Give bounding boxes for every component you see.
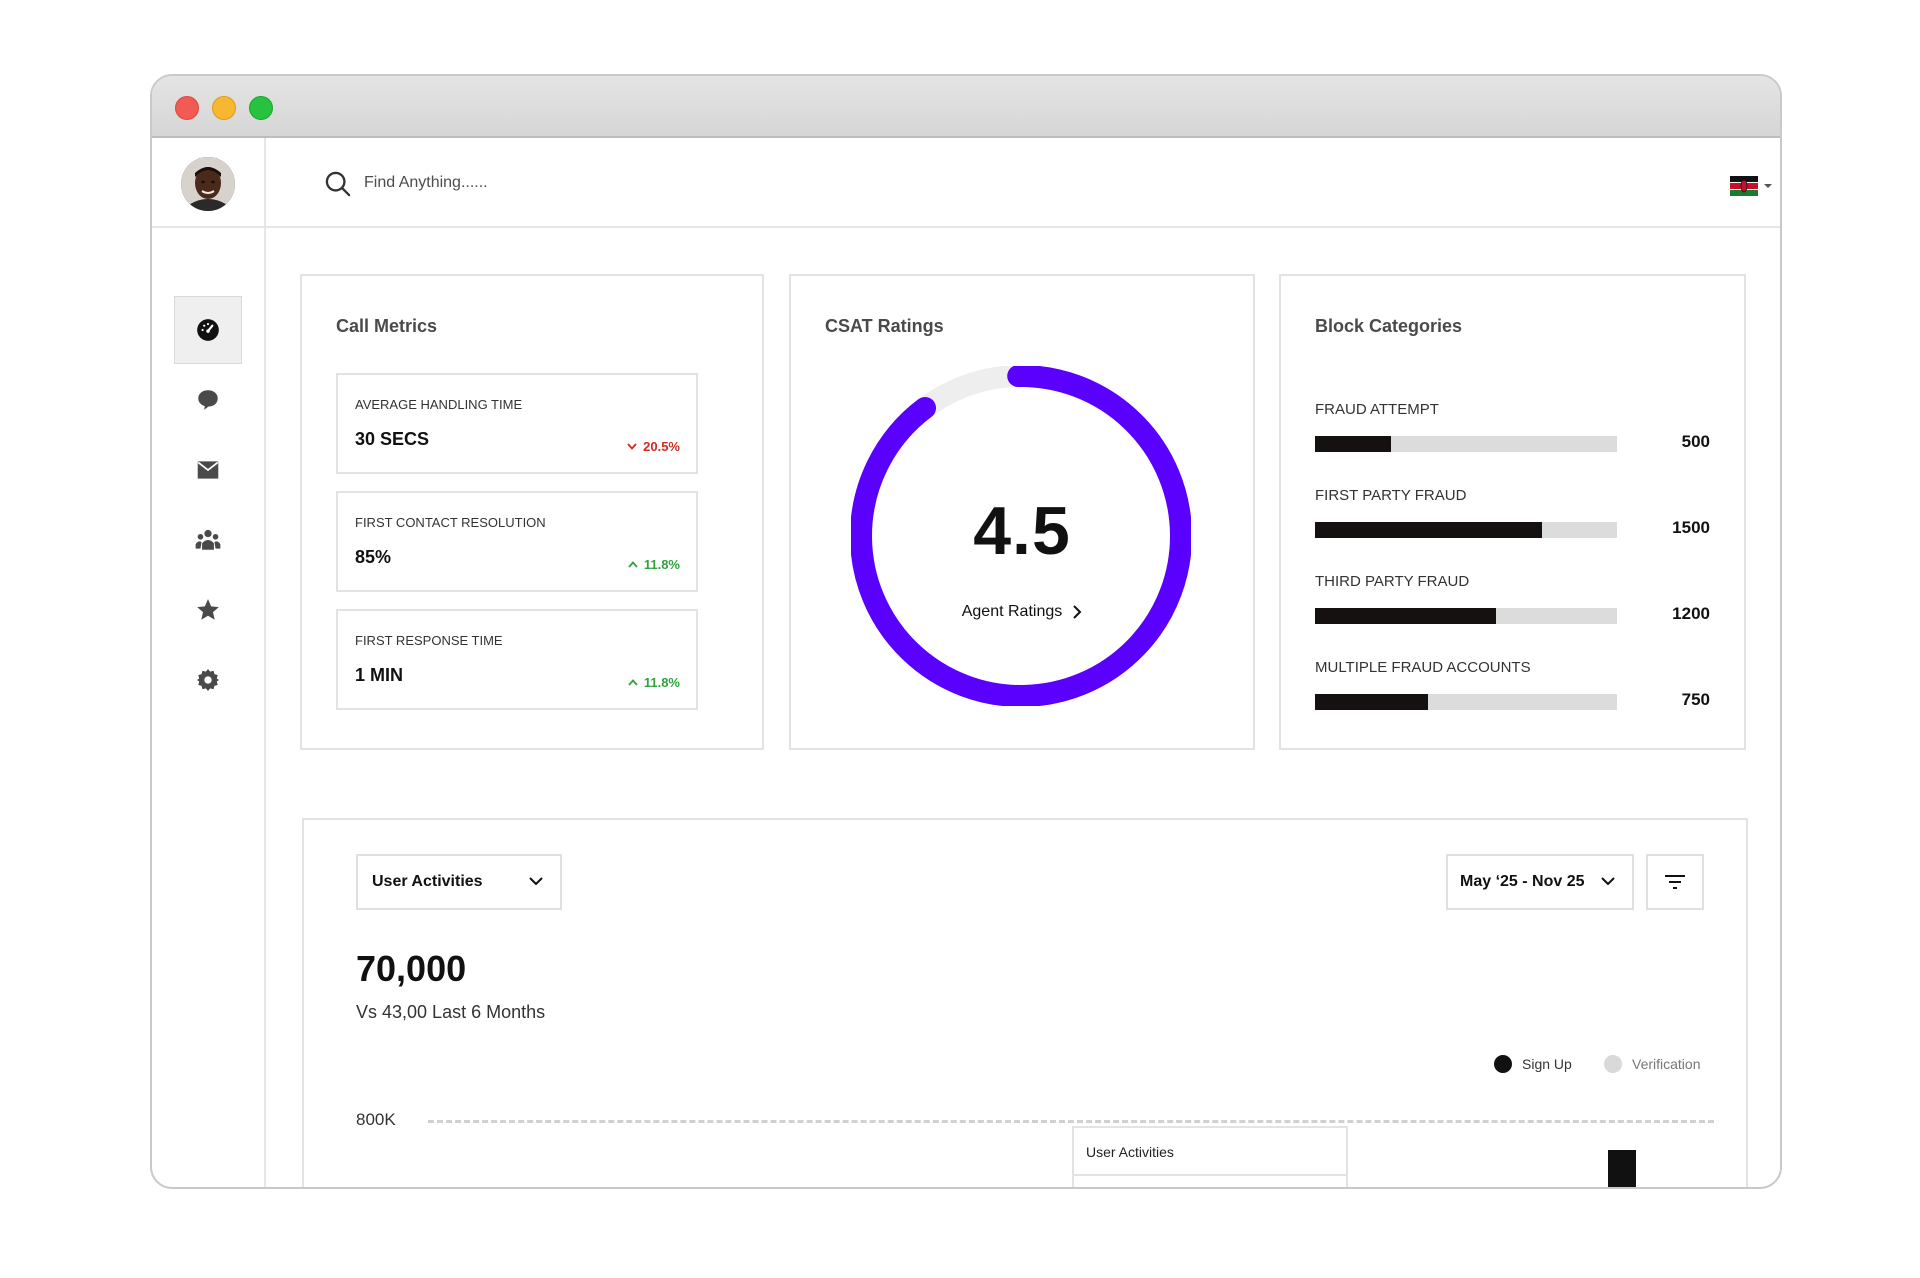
maximize-window-button[interactable]: [249, 96, 273, 120]
agent-ratings-link[interactable]: Agent Ratings: [791, 603, 1253, 621]
sidebar-item-messages[interactable]: [174, 366, 242, 434]
grid-line: [428, 1120, 1714, 1123]
metric-delta-value: 11.8%: [643, 557, 680, 572]
agent-ratings-label: Agent Ratings: [961, 603, 1063, 620]
metric-delta-value: 20.5%: [643, 439, 680, 454]
legend-label: Sign Up: [1522, 1056, 1572, 1072]
metric-value: 1 MIN: [355, 665, 404, 685]
date-range-label: May ‘25 - Nov 25: [1460, 873, 1585, 890]
category-value: 1500: [1672, 518, 1710, 537]
legend-sign-up: Sign Up: [1494, 1055, 1572, 1073]
chevron-down-icon: [1764, 184, 1772, 188]
csat-score: 4.5: [973, 493, 1071, 569]
category-label: FIRST PARTY FRAUD: [1315, 487, 1467, 504]
category-bar-fill: [1315, 694, 1429, 710]
category-bar-track: [1315, 522, 1617, 538]
category-value: 750: [1681, 690, 1710, 709]
category-bar-fill: [1315, 436, 1391, 452]
block-categories-card: Block Categories FRAUD ATTEMPT 500 FIRST…: [1279, 274, 1746, 750]
metric-label: FIRST CONTACT RESOLUTION: [355, 515, 546, 530]
category-bar-track: [1315, 436, 1617, 452]
sidebar-item-dashboard[interactable]: [174, 296, 242, 364]
browser-window: Call Metrics AVERAGE HANDLING TIME 30 SE…: [150, 74, 1782, 1189]
window-titlebar: [152, 76, 1780, 138]
sidebar-item-favorites[interactable]: [174, 576, 242, 644]
metric-delta: 11.8%: [628, 557, 680, 572]
user-activities-card: User Activities May ‘25 - Nov 25 70,000 …: [302, 818, 1748, 1187]
chevron-right-icon: [1073, 605, 1082, 619]
csat-ratings-card: CSAT Ratings 4.5 Agent Ratings: [789, 274, 1255, 750]
metric-value: 30 SECS: [355, 429, 430, 449]
category-bar-fill: [1315, 608, 1497, 624]
metric-value: 85%: [355, 547, 392, 567]
star-icon: [197, 599, 219, 620]
sidebar-item-mail[interactable]: [174, 436, 242, 504]
activity-total: 70,000: [356, 948, 467, 989]
trend-up-icon: [628, 561, 638, 568]
chevron-down-icon: [1601, 877, 1615, 886]
minimize-window-button[interactable]: [212, 96, 236, 120]
category-label: MULTIPLE FRAUD ACCOUNTS: [1315, 659, 1531, 676]
metric-label: AVERAGE HANDLING TIME: [355, 397, 523, 412]
metric-first-contact-resolution[interactable]: FIRST CONTACT RESOLUTION 85% 11.8%: [336, 491, 698, 592]
activity-type-label: User Activities: [372, 873, 483, 890]
top-bar: [266, 138, 1780, 228]
metric-delta-value: 11.8%: [643, 675, 680, 690]
category-value: 1200: [1672, 604, 1710, 623]
call-metrics-card: Call Metrics AVERAGE HANDLING TIME 30 SE…: [300, 274, 764, 750]
legend-dot: [1604, 1055, 1622, 1073]
chart-tooltip: User Activities: [1072, 1126, 1348, 1187]
card-title: CSAT Ratings: [825, 316, 944, 336]
language-selector[interactable]: [1730, 175, 1778, 197]
chat-bubble-icon: [198, 390, 218, 410]
legend-label: Verification: [1632, 1056, 1701, 1072]
dashboard-icon: [197, 319, 219, 341]
activity-comparison: Vs 43,00 Last 6 Months: [356, 1002, 546, 1022]
trend-down-icon: [627, 443, 637, 450]
chevron-down-icon: [529, 877, 543, 886]
chart-bar[interactable]: [1608, 1150, 1636, 1187]
category-label: FRAUD ATTEMPT: [1315, 401, 1439, 418]
category-bar-track: [1315, 608, 1617, 624]
flag-kenya-icon: [1730, 176, 1758, 196]
card-title: Block Categories: [1315, 316, 1463, 336]
metric-label: FIRST RESPONSE TIME: [355, 633, 503, 648]
legend-verification: Verification: [1604, 1055, 1700, 1073]
metric-average-handling-time[interactable]: AVERAGE HANDLING TIME 30 SECS 20.5%: [336, 373, 698, 474]
category-label: THIRD PARTY FRAUD: [1315, 573, 1470, 590]
sidebar: [152, 138, 266, 1187]
metric-delta: 20.5%: [627, 439, 680, 454]
trend-up-icon: [628, 679, 638, 686]
gear-icon: [196, 668, 220, 692]
filter-icon: [1665, 875, 1685, 889]
y-axis-tick: 800K: [356, 1110, 396, 1129]
category-bar-track: [1315, 694, 1617, 710]
search-input[interactable]: [364, 168, 624, 198]
tooltip-divider: [1074, 1174, 1346, 1176]
category-value: 500: [1681, 432, 1710, 451]
search-icon[interactable]: [324, 170, 352, 198]
filter-button[interactable]: [1646, 854, 1704, 910]
legend-dot: [1494, 1055, 1512, 1073]
card-title: Call Metrics: [336, 316, 438, 336]
close-window-button[interactable]: [175, 96, 199, 120]
date-range-select[interactable]: May ‘25 - Nov 25: [1446, 854, 1634, 910]
avatar[interactable]: [181, 157, 235, 211]
category-bar-fill: [1315, 522, 1542, 538]
users-icon: [195, 529, 221, 550]
sidebar-item-users[interactable]: [174, 506, 242, 574]
activity-type-select[interactable]: User Activities: [356, 854, 562, 910]
sidebar-item-settings[interactable]: [174, 646, 242, 714]
mail-icon: [197, 461, 219, 479]
metric-first-response-time[interactable]: FIRST RESPONSE TIME 1 MIN 11.8%: [336, 609, 698, 710]
user-avatar-image: [181, 157, 235, 211]
avatar-area: [152, 138, 264, 228]
metric-delta: 11.8%: [628, 675, 680, 690]
tooltip-title: User Activities: [1086, 1144, 1174, 1160]
